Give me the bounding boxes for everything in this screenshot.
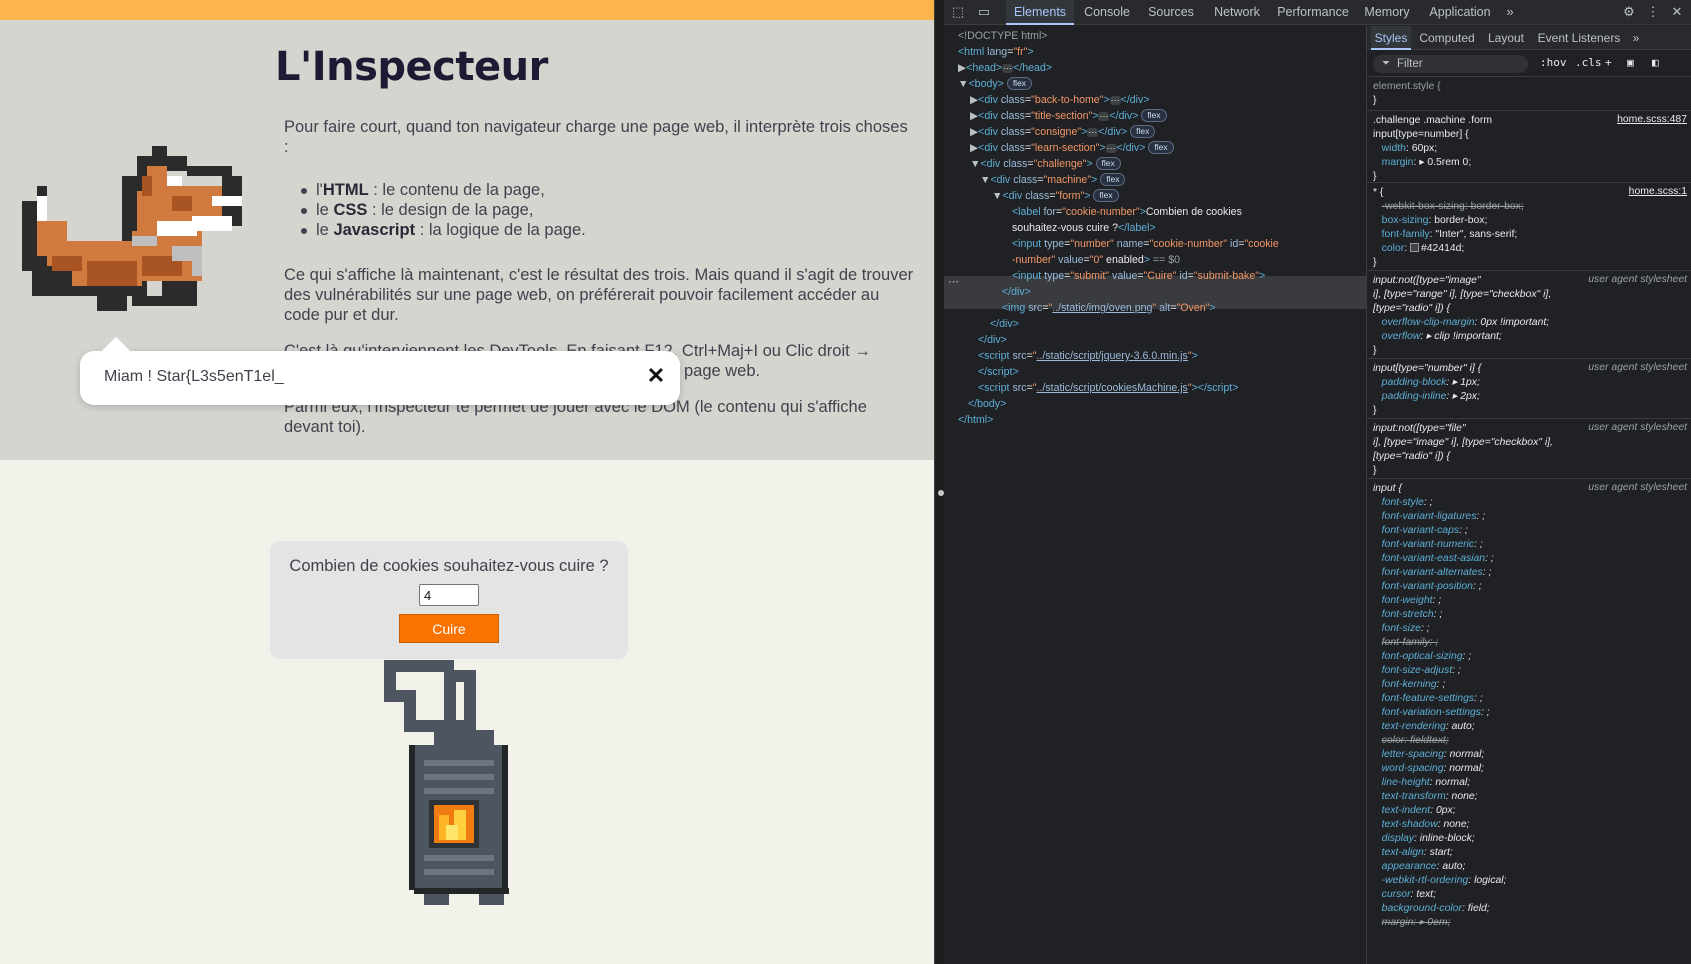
code-line[interactable]: ▶<div class="consigne">⋯</div> flex: [970, 124, 1156, 140]
tooltip-text: Miam ! Star{L3s5enT1el_: [104, 368, 284, 385]
code-line[interactable]: <input type="submit" value="Cuire" id="s…: [1012, 268, 1265, 284]
sidebar-toggle-icon[interactable]: ◧: [1652, 56, 1659, 69]
styles-tabbar: Styles Computed Layout Event Listeners »: [1367, 26, 1691, 50]
more-tabs-icon[interactable]: »: [1502, 4, 1518, 20]
styles-pane: Styles Computed Layout Event Listeners »…: [1366, 26, 1691, 964]
flag-tooltip: Miam ! Star{L3s5enT1el_ ✕: [80, 351, 680, 405]
code-line[interactable]: <script src="../static/script/jquery-3.6…: [978, 348, 1198, 364]
code-line[interactable]: <img src="../static/img/oven.png" alt="O…: [1002, 300, 1216, 316]
elements-tree: ⋯ <!DOCTYPE html> <html lang="fr"> ▶<hea…: [944, 26, 1368, 964]
tab-elements[interactable]: Elements: [1006, 0, 1074, 25]
style-rule[interactable]: input { font-style: ; font-variant-ligat…: [1373, 482, 1691, 962]
tab-layout[interactable]: Layout: [1483, 26, 1529, 50]
code-line[interactable]: <label for="cookie-number">Combien de co…: [1012, 204, 1242, 220]
bake-button[interactable]: Cuire: [399, 614, 499, 643]
gear-icon[interactable]: ⚙: [1621, 4, 1637, 20]
oven-image: [384, 660, 509, 905]
user-agent-label: user agent stylesheet: [1588, 422, 1687, 433]
close-icon[interactable]: ✕: [644, 364, 668, 388]
close-icon[interactable]: ✕: [1669, 4, 1685, 20]
page-title: L'Inspecteur: [275, 44, 548, 90]
devtools-toolbar: ⬚ ▭ Elements Console Sources Network Per…: [944, 0, 1691, 25]
tab-memory[interactable]: Memory: [1356, 0, 1418, 25]
tab-styles[interactable]: Styles: [1371, 26, 1411, 50]
user-agent-label: user agent stylesheet: [1588, 482, 1687, 493]
more-tabs-icon[interactable]: »: [1629, 26, 1643, 50]
style-rule[interactable]: * { -webkit-box-sizing: border-box; box-…: [1373, 186, 1691, 270]
tab-event-listeners[interactable]: Event Listeners: [1533, 26, 1625, 50]
tech-list: l'HTML : le contenu de la page, le CSS :…: [298, 180, 928, 240]
user-agent-label: user agent stylesheet: [1588, 362, 1687, 373]
tab-network[interactable]: Network: [1204, 0, 1270, 25]
style-rule[interactable]: element.style { }: [1373, 80, 1691, 108]
source-link[interactable]: home.scss:1: [1629, 186, 1687, 197]
tab-sources[interactable]: Sources: [1140, 0, 1202, 25]
code-line[interactable]: ▼<body> flex: [958, 76, 1033, 92]
user-agent-label: user agent stylesheet: [1588, 274, 1687, 285]
paint-icon[interactable]: ▣: [1627, 56, 1634, 69]
kebab-menu-icon[interactable]: ⋮: [1645, 4, 1661, 20]
tab-performance[interactable]: Performance: [1272, 0, 1354, 25]
code-line[interactable]: </body>: [968, 396, 1006, 412]
code-line[interactable]: <!DOCTYPE html>: [958, 28, 1047, 44]
code-line[interactable]: ▶<div class="title-section">⋯</div> flex: [970, 108, 1167, 124]
cookie-number-label: Combien de cookies souhaitez-vous cuire …: [289, 557, 609, 575]
fox-mascot-image: [22, 146, 242, 311]
list-item: le Javascript : la logique de la page.: [298, 220, 928, 240]
code-line[interactable]: ▼<div class="challenge"> flex: [970, 156, 1121, 172]
cookie-form: Combien de cookies souhaitez-vous cuire …: [270, 541, 628, 659]
source-link[interactable]: home.scss:487: [1617, 114, 1687, 125]
style-rule[interactable]: input:not([type="image" i], [type="range…: [1373, 274, 1691, 358]
code-line[interactable]: souhaitez-vous cuire ?</label>: [1012, 220, 1156, 236]
code-line-selected[interactable]: -number" value="0" enabled> == $0: [1012, 252, 1180, 268]
filter-input[interactable]: ⏷ Filter: [1373, 55, 1528, 73]
code-line[interactable]: </div>: [978, 332, 1007, 348]
code-line[interactable]: <script src="../static/script/cookiesMac…: [978, 380, 1238, 396]
cookie-number-input[interactable]: [419, 584, 479, 606]
devtools-paragraph: Ce qui s'affiche là maintenant, c'est le…: [284, 266, 914, 324]
code-line[interactable]: </html>: [958, 412, 993, 428]
code-line[interactable]: ▼<div class="form"> flex: [992, 188, 1119, 204]
tab-application[interactable]: Application: [1420, 0, 1500, 25]
intro-paragraph: Pour faire court, quand ton navigateur c…: [284, 118, 908, 156]
list-item: le CSS : le design de la page,: [298, 200, 928, 220]
code-line[interactable]: ▼<div class="machine"> flex: [980, 172, 1126, 188]
add-rule-icon[interactable]: +: [1605, 56, 1612, 69]
code-line[interactable]: </div>: [1002, 284, 1031, 300]
devtools-splitter[interactable]: [934, 0, 944, 964]
web-page: L'Inspecteur Pour faire court, quand ton…: [0, 0, 934, 964]
code-line[interactable]: ▶<head>⋯</head>: [958, 60, 1052, 76]
code-line-selected[interactable]: <input type="number" name="cookie-number…: [1012, 236, 1279, 252]
list-item: l'HTML : le contenu de la page,: [298, 180, 928, 200]
top-bar: [0, 0, 934, 20]
code-line[interactable]: <html lang="fr">: [958, 44, 1034, 60]
filter-icon: ⏷: [1382, 58, 1390, 69]
tab-computed[interactable]: Computed: [1415, 26, 1479, 50]
node-options-icon[interactable]: ⋯: [948, 275, 959, 288]
code-line[interactable]: ▶<div class="learn-section">⋯</div> flex: [970, 140, 1174, 156]
hov-toggle[interactable]: :hov: [1540, 56, 1567, 69]
code-line[interactable]: ▶<div class="back-to-home">⋯</div>: [970, 92, 1150, 108]
code-line[interactable]: </div>: [990, 316, 1019, 332]
inspect-element-icon[interactable]: ⬚: [950, 4, 966, 20]
device-toolbar-icon[interactable]: ▭: [976, 4, 992, 20]
cls-toggle[interactable]: .cls: [1575, 56, 1602, 69]
code-line[interactable]: </script>: [978, 364, 1019, 380]
tab-console[interactable]: Console: [1076, 0, 1138, 25]
filter-row: ⏷ Filter :hov .cls + ▣ ◧: [1367, 51, 1691, 77]
